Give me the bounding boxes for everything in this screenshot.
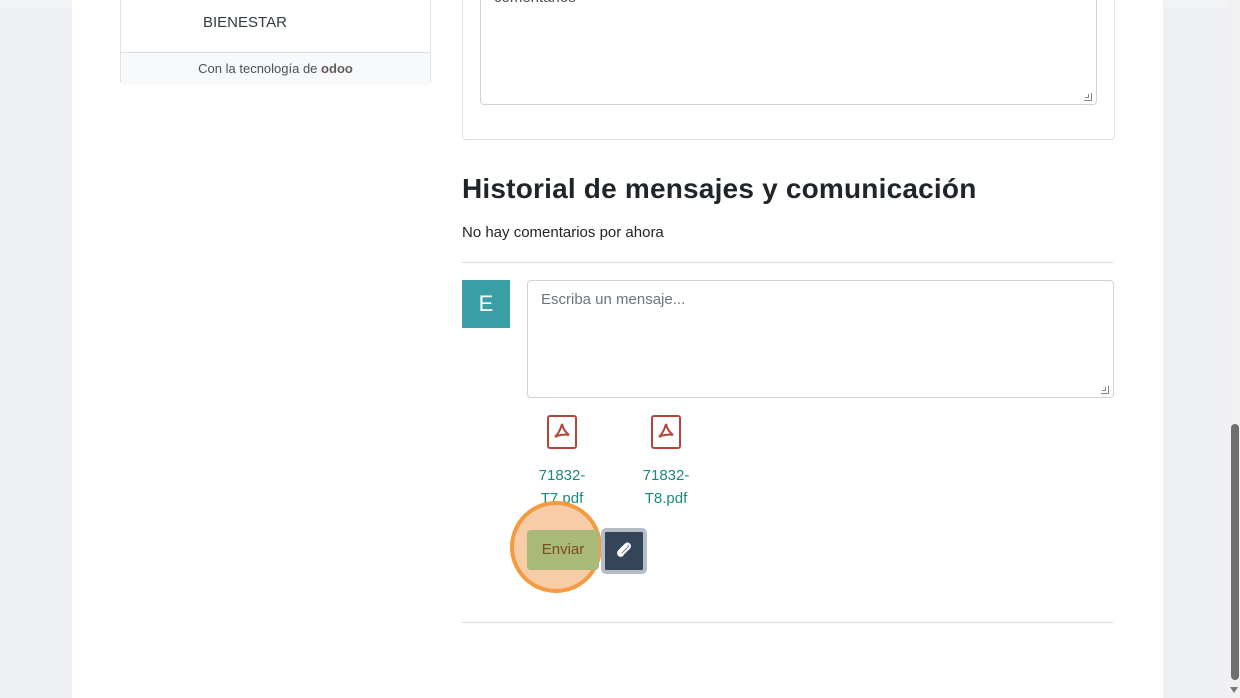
paperclip-icon bbox=[617, 542, 631, 557]
attachment-name-line1: 71832- bbox=[642, 467, 690, 484]
comment-card: comentarios bbox=[462, 0, 1115, 140]
history-title: Historial de mensajes y comunicación bbox=[462, 173, 977, 204]
resize-grip-icon[interactable] bbox=[1101, 386, 1109, 394]
avatar: E bbox=[462, 280, 510, 328]
message-input[interactable]: Escriba un mensaje... bbox=[527, 280, 1114, 398]
attach-file-button[interactable] bbox=[601, 528, 647, 574]
sidebar-card: BIENESTAR Con la tecnología de odoo bbox=[120, 0, 431, 85]
attachment-item[interactable]: 71832- T7.pdf bbox=[532, 415, 592, 510]
pdf-icon bbox=[651, 415, 681, 449]
attachment-name-line1: 71832- bbox=[538, 467, 586, 484]
powered-by-text: Con la tecnología de bbox=[198, 61, 318, 76]
pdf-icon bbox=[547, 415, 577, 449]
attachment-name-line2: T8.pdf bbox=[644, 490, 688, 507]
sidebar-item-bienestar[interactable]: BIENESTAR bbox=[203, 14, 287, 31]
bottom-divider bbox=[462, 622, 1113, 623]
comments-textarea-value: comentarios bbox=[494, 0, 576, 6]
resize-grip-icon[interactable] bbox=[1084, 93, 1092, 101]
attachment-item[interactable]: 71832- T8.pdf bbox=[636, 415, 696, 510]
comments-textarea[interactable]: comentarios bbox=[480, 0, 1097, 105]
send-button[interactable]: Enviar bbox=[527, 530, 599, 570]
no-comments-text: No hay comentarios por ahora bbox=[462, 224, 664, 241]
odoo-logo[interactable]: odoo bbox=[321, 61, 353, 76]
history-divider bbox=[462, 262, 1113, 263]
powered-by-footer: Con la tecnología de odoo bbox=[121, 52, 430, 85]
attachment-name[interactable]: 71832- T8.pdf bbox=[636, 464, 696, 510]
scrollbar-thumb[interactable] bbox=[1231, 424, 1239, 680]
message-placeholder: Escriba un mensaje... bbox=[541, 291, 686, 308]
scroll-down-icon[interactable] bbox=[1230, 687, 1238, 693]
